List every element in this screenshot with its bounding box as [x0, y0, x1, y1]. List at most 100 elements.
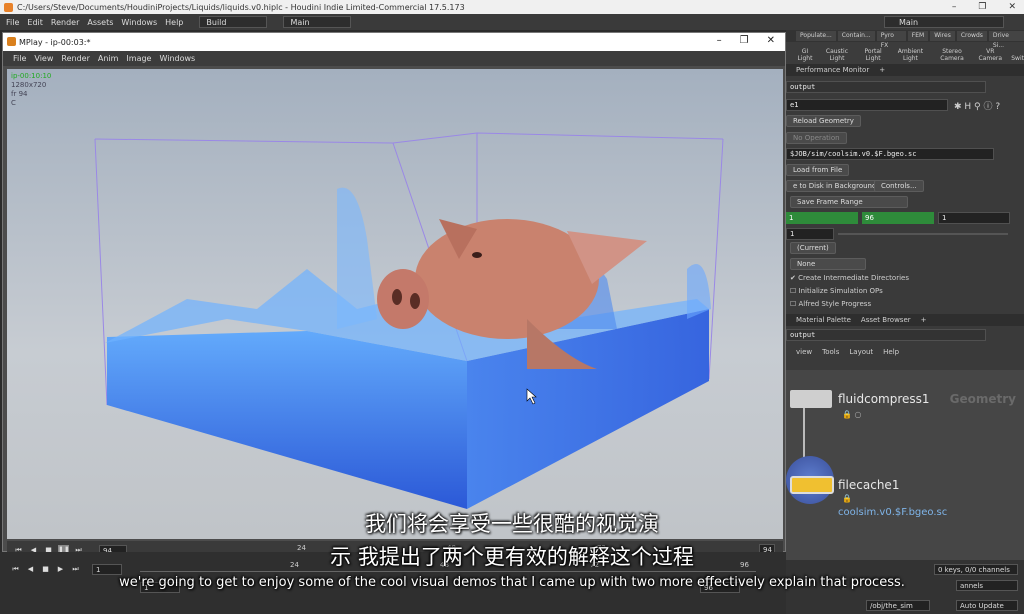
- add-tab-icon[interactable]: +: [879, 64, 885, 76]
- range-start-field[interactable]: 1: [786, 212, 858, 224]
- render-info-id: ip-00:10:10: [11, 72, 52, 80]
- render-image: [94, 132, 724, 509]
- ambient-light-tool[interactable]: Ambient Light: [894, 48, 926, 62]
- material-palette-tab[interactable]: Material Palette: [796, 314, 851, 326]
- mplay-icon: [7, 37, 16, 46]
- shelf-tabs: Populate... Contain... Pyro FX FEM Wires…: [786, 30, 1024, 49]
- alfred-checkbox[interactable]: ☐ Alfred Style Progress: [790, 300, 871, 308]
- node-flags-icon: 🔒 ○: [842, 410, 862, 419]
- right-desktop-dropdown[interactable]: Main: [884, 16, 1004, 28]
- alfred-label: Alfred Style Progress: [798, 300, 872, 308]
- shelf-tab[interactable]: FEM: [907, 31, 929, 41]
- fluid-particles: [105, 187, 711, 509]
- save-to-disk-background-button[interactable]: e to Disk in Background: [786, 180, 884, 192]
- no-operation-button[interactable]: No Operation: [786, 132, 847, 144]
- menu-render[interactable]: Render: [51, 18, 79, 27]
- menu-help[interactable]: Help: [165, 18, 183, 27]
- subtitle-chinese-line2: 示 我提出了两个更有效的解释这个过程: [330, 545, 694, 569]
- none-dropdown[interactable]: None: [790, 258, 866, 270]
- network-menubar: view Tools Layout Help: [786, 346, 1024, 358]
- create-dirs-checkbox[interactable]: ✔ Create Intermediate Directories: [790, 274, 909, 282]
- window-title: C:/Users/Steve/Documents/HoudiniProjects…: [17, 2, 465, 12]
- auto-update-dropdown[interactable]: Auto Update: [956, 600, 1018, 611]
- range-end-field[interactable]: 96: [862, 212, 934, 224]
- menu-edit[interactable]: Edit: [27, 18, 43, 27]
- mplay-window: MPlay - ip-00:03:* – ❐ ✕ File View Rende…: [2, 32, 786, 581]
- mplay-minimize-button[interactable]: –: [717, 35, 722, 46]
- render-info-frame: fr 94: [11, 90, 28, 98]
- network-menu-help[interactable]: Help: [883, 346, 899, 358]
- param-path-header[interactable]: output: [786, 81, 986, 93]
- context-label: Geometry: [949, 392, 1016, 406]
- vr-camera-tool[interactable]: VR Camera: [977, 48, 1003, 62]
- shelf-tab[interactable]: Crowds: [956, 31, 987, 41]
- reload-geometry-button[interactable]: Reload Geometry: [786, 115, 861, 127]
- mplay-maximize-button[interactable]: ❐: [740, 35, 749, 46]
- substeps-slider[interactable]: [838, 233, 1008, 235]
- render-viewport[interactable]: ip-00:10:10 1280x720 fr 94 C: [7, 69, 783, 539]
- shelf-tab[interactable]: Pyro FX: [876, 31, 906, 49]
- menu-windows[interactable]: Windows: [121, 18, 157, 27]
- mplay-close-button[interactable]: ✕: [767, 35, 775, 46]
- mplay-titlebar: MPlay - ip-00:03:* – ❐ ✕: [3, 33, 785, 51]
- network-menu-layout[interactable]: Layout: [849, 346, 873, 358]
- param-toolbar-icons[interactable]: ✱ H ⚲ ⓘ ?: [954, 99, 1000, 112]
- shelf-tab[interactable]: Drive Si...: [988, 31, 1024, 49]
- filecache-node-label: filecache1: [838, 478, 900, 492]
- range-inc-field[interactable]: 1: [938, 212, 1010, 224]
- render-info-channel: C: [11, 99, 16, 107]
- add-tab-icon[interactable]: +: [921, 314, 927, 326]
- file-path-field[interactable]: $JOB/sim/coolsim.v0.$F.bgeo.sc: [786, 148, 994, 160]
- mplay-menu-render[interactable]: Render: [61, 54, 89, 63]
- shelf-tab[interactable]: Wires: [930, 31, 955, 41]
- mplay-menu-windows[interactable]: Windows: [159, 54, 195, 63]
- switcher-tool[interactable]: Swit: [1011, 55, 1024, 62]
- create-dirs-label: Create Intermediate Directories: [798, 274, 909, 282]
- mplay-menubar: File View Render Anim Image Windows: [3, 51, 785, 66]
- shelf-tab[interactable]: Populate...: [796, 31, 836, 41]
- network-menu-view[interactable]: view: [796, 346, 812, 358]
- houdini-logo-icon: [4, 2, 13, 12]
- node-lock-icon: 🔒: [842, 494, 852, 503]
- render-info: ip-00:10:10 1280x720 fr 94 C: [11, 72, 51, 108]
- shelf-tab[interactable]: Contain...: [837, 31, 875, 41]
- node-name-field[interactable]: e1: [786, 99, 948, 111]
- mplay-menu-anim[interactable]: Anim: [98, 54, 119, 63]
- init-sim-label: Initialize Simulation OPs: [798, 287, 883, 295]
- maximize-button[interactable]: ❐: [978, 0, 986, 14]
- filecache-node[interactable]: [790, 476, 834, 494]
- menu-assets[interactable]: Assets: [87, 18, 113, 27]
- current-dropdown[interactable]: (Current): [790, 242, 836, 254]
- performance-monitor-tab[interactable]: Performance Monitor: [796, 64, 869, 76]
- pane-tabs-top: Performance Monitor +: [786, 64, 1024, 76]
- menu-file[interactable]: File: [6, 18, 19, 27]
- close-button[interactable]: ✕: [1008, 0, 1016, 14]
- gi-light-tool[interactable]: GI Light: [796, 48, 814, 62]
- main-menubar: File Edit Render Assets Windows Help Bui…: [0, 14, 1024, 30]
- subtitle-chinese-line1: 我们将会享受一些很酷的视觉演: [365, 512, 659, 536]
- mplay-menu-image[interactable]: Image: [126, 54, 151, 63]
- mplay-title: MPlay - ip-00:03:*: [19, 37, 91, 47]
- portal-light-tool[interactable]: Portal Light: [860, 48, 886, 62]
- mplay-menu-file[interactable]: File: [13, 54, 26, 63]
- main-desktop-dropdown[interactable]: Main: [283, 16, 351, 28]
- save-frame-range-dropdown[interactable]: Save Frame Range: [790, 196, 908, 208]
- caustic-light-tool[interactable]: Caustic Light: [822, 48, 852, 62]
- window-titlebar: C:/Users/Steve/Documents/HoudiniProjects…: [0, 0, 1024, 14]
- fluidcompress-node[interactable]: [790, 390, 832, 408]
- shelf-tools: GI Light Caustic Light Portal Light Ambi…: [786, 42, 1024, 64]
- load-from-file-button[interactable]: Load from File: [786, 164, 850, 176]
- minimize-button[interactable]: –: [952, 0, 957, 14]
- pane-tabs-bottom: Material Palette Asset Browser +: [786, 314, 1024, 326]
- network-menu-tools[interactable]: Tools: [822, 346, 839, 358]
- network-path-header[interactable]: output: [786, 329, 986, 341]
- controls-button[interactable]: Controls...: [874, 180, 924, 192]
- subtitle-english: we're going to get to enjoy some of the …: [119, 575, 905, 590]
- substeps-field[interactable]: 1: [786, 228, 834, 240]
- asset-browser-tab[interactable]: Asset Browser: [861, 314, 911, 326]
- build-desktop-dropdown[interactable]: Build: [199, 16, 268, 28]
- mplay-menu-view[interactable]: View: [34, 54, 53, 63]
- stereo-camera-tool[interactable]: Stereo Camera: [935, 48, 970, 62]
- fluidcompress-node-label: fluidcompress1: [838, 392, 930, 406]
- init-sim-checkbox[interactable]: ☐ Initialize Simulation OPs: [790, 287, 883, 295]
